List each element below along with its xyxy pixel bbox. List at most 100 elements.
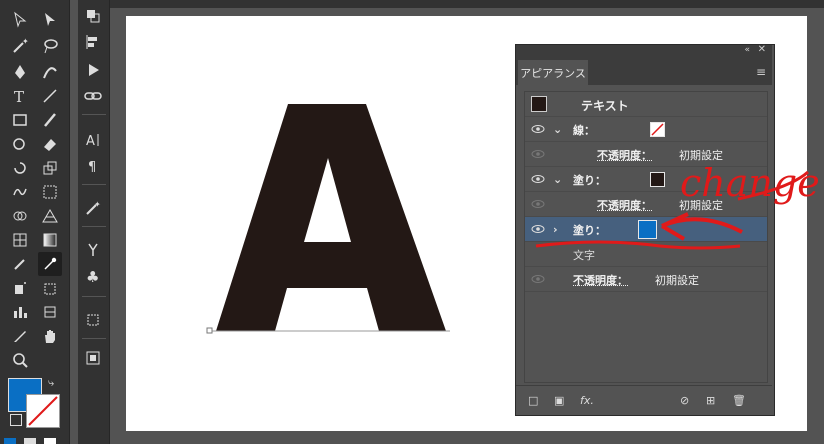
row-value: 初期設定 (679, 149, 723, 162)
shaper-tool-icon[interactable] (8, 132, 32, 156)
paintbrush-tool-icon[interactable] (38, 108, 62, 132)
chevron-down-icon[interactable]: ⌄ (553, 123, 562, 136)
chevron-right-icon[interactable]: › (553, 223, 558, 236)
appearance-row-opacity[interactable]: 不透明度： 初期設定 (525, 267, 767, 292)
links-icon[interactable] (81, 84, 105, 108)
duplicate-item-icon[interactable]: ⊞ (706, 394, 715, 407)
default-colors-icon[interactable] (10, 414, 22, 426)
hand-tool-icon[interactable] (38, 324, 62, 348)
direct-selection-tool-icon[interactable] (38, 8, 62, 32)
visibility-eye-icon[interactable] (531, 124, 545, 134)
artboards-icon[interactable] (81, 346, 105, 370)
divider (82, 226, 106, 227)
trash-icon[interactable]: 🗑 (732, 394, 746, 407)
svg-text:✦: ✦ (94, 200, 101, 209)
row-label[interactable]: 不透明度： (573, 272, 628, 288)
close-icon[interactable]: ✕ (758, 44, 766, 55)
chevron-down-icon[interactable]: ⌄ (553, 173, 562, 186)
row-label[interactable]: 不透明度： (597, 147, 652, 163)
slice-tool-icon[interactable] (38, 300, 62, 324)
line-tool-icon[interactable] (38, 84, 62, 108)
pen-tool-icon[interactable] (8, 60, 32, 84)
panel-footer: □ ▣ fx. ⊘ ⊞ 🗑 (516, 385, 772, 414)
appearance-row-stroke[interactable]: ⌄ 線： (525, 117, 767, 142)
panel-menu-icon[interactable]: ≡ (756, 65, 766, 79)
rotate-tool-icon[interactable] (8, 156, 32, 180)
magic-wand-panel-icon[interactable]: ✦ (81, 196, 105, 220)
row-value: 初期設定 (655, 274, 699, 287)
visibility-eye-icon[interactable] (531, 149, 545, 159)
eyedropper-alt-icon[interactable] (8, 252, 32, 276)
pathfinder-icon[interactable] (81, 4, 105, 28)
eyedropper-tool-icon[interactable] (38, 252, 62, 276)
divider (82, 338, 106, 339)
appearance-row-fill[interactable]: ⌄ 塗り： (525, 167, 767, 192)
eraser-tool-icon[interactable] (38, 132, 62, 156)
swap-colors-icon[interactable]: ⤷ (48, 376, 54, 390)
row-label: 塗り： (573, 174, 606, 187)
actions-play-icon[interactable] (81, 58, 105, 82)
stroke-swatch[interactable] (650, 122, 665, 137)
color-mode-icon[interactable] (4, 438, 16, 444)
selection-tool-icon[interactable] (8, 8, 32, 32)
appearance-row-opacity[interactable]: 不透明度： 初期設定 (525, 142, 767, 167)
appearance-row-characters[interactable]: 文字 (525, 242, 767, 267)
visibility-eye-icon[interactable] (531, 174, 545, 184)
svg-text:♣: ♣ (86, 268, 99, 285)
visibility-eye-icon[interactable] (531, 274, 545, 284)
add-fill-icon[interactable]: ▣ (554, 394, 564, 407)
row-value: 初期設定 (679, 199, 723, 212)
lasso-tool-icon[interactable] (38, 34, 62, 58)
curvature-tool-icon[interactable] (38, 60, 62, 84)
svg-text:✦: ✦ (22, 37, 29, 46)
row-label: テキスト (581, 99, 629, 113)
tab-appearance[interactable]: アピアランス (518, 60, 588, 85)
zoom-tool-icon[interactable] (8, 348, 32, 372)
column-graph-tool-icon[interactable] (8, 300, 32, 324)
fill-swatch[interactable] (650, 172, 665, 187)
svg-text:¶: ¶ (88, 160, 96, 175)
panel-tab-bar: アピアランス ≡ (516, 57, 772, 85)
align-icon[interactable] (81, 30, 105, 54)
knife-tool-icon[interactable] (8, 324, 32, 348)
secondary-tools-panel: A ¶ ✦ ♣ (78, 0, 110, 444)
appearance-row-text[interactable]: テキスト (525, 92, 767, 117)
stroke-color-swatch[interactable] (26, 394, 60, 428)
divider (82, 184, 106, 185)
letter-a-artwork[interactable] (200, 100, 460, 340)
row-label: 線： (573, 124, 595, 137)
rectangle-tool-icon[interactable] (8, 108, 32, 132)
free-transform-tool-icon[interactable] (38, 180, 62, 204)
none-mode-icon[interactable] (44, 438, 56, 444)
clear-appearance-icon[interactable]: ⊘ (680, 394, 689, 407)
visibility-eye-icon[interactable] (531, 199, 545, 209)
fill-swatch-blue[interactable] (638, 220, 657, 239)
paragraph-panel-icon[interactable]: ¶ (81, 154, 105, 178)
row-label[interactable]: 不透明度： (597, 197, 652, 213)
magic-wand-icon[interactable]: ✦ (8, 34, 32, 58)
top-strip (110, 0, 824, 8)
visibility-eye-icon[interactable] (531, 224, 545, 234)
appearance-row-opacity[interactable]: 不透明度： 初期設定 (525, 192, 767, 217)
appearance-row-fill-selected[interactable]: › 塗り： ⌄ (525, 217, 767, 242)
live-paint-bucket-icon[interactable] (38, 276, 62, 300)
chevron-down-icon[interactable]: ⌄ (661, 222, 669, 233)
symbol-sprayer-tool-icon[interactable] (8, 276, 32, 300)
warp-tool-icon[interactable] (8, 180, 32, 204)
scale-tool-icon[interactable] (38, 156, 62, 180)
character-panel-icon[interactable]: A (81, 128, 105, 152)
type-tool-icon[interactable]: T (8, 84, 32, 108)
gradient-mode-icon[interactable] (24, 438, 36, 444)
gradient-tool-icon[interactable] (38, 228, 62, 252)
appearance-list: テキスト ⌄ 線： 不透明度： 初期設定 ⌄ 塗り： 不透明度： 初期設定 › … (524, 91, 768, 383)
fx-button[interactable]: fx. (580, 394, 594, 407)
add-stroke-icon[interactable]: □ (528, 394, 538, 407)
panel-title-bar[interactable]: « ✕ (516, 44, 772, 57)
collapse-icon[interactable]: « (744, 45, 750, 55)
symbols-club-icon[interactable]: ♣ (81, 264, 105, 288)
mesh-tool-icon[interactable] (8, 228, 32, 252)
brushes-icon[interactable] (81, 238, 105, 262)
perspective-grid-tool-icon[interactable] (38, 204, 62, 228)
shape-builder-tool-icon[interactable] (8, 204, 32, 228)
transform-panel-icon[interactable] (81, 308, 105, 332)
